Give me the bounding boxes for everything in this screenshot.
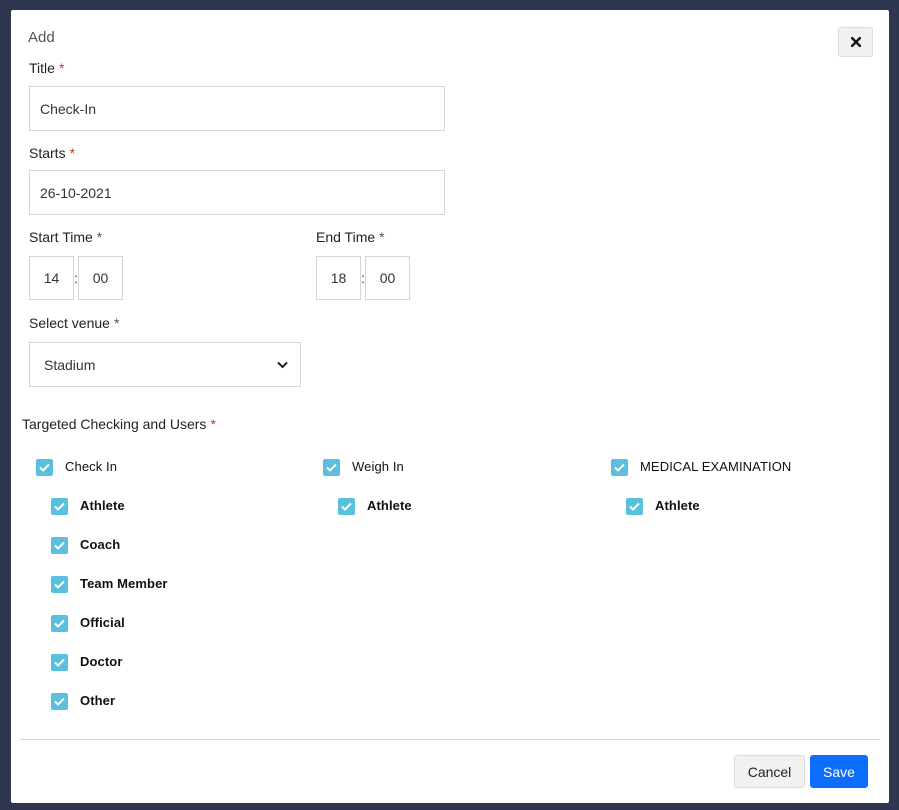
checkbox-check-in-official[interactable]: Official bbox=[51, 612, 125, 632]
checkbox-check-in-athlete[interactable]: Athlete bbox=[51, 495, 125, 515]
checkbox-label: Check In bbox=[65, 458, 118, 474]
checkbox-weigh-in[interactable]: Weigh In bbox=[323, 456, 404, 476]
checkbox-checked-icon bbox=[51, 576, 68, 593]
required-mark: * bbox=[210, 416, 216, 432]
checkbox-label: Athlete bbox=[367, 497, 412, 513]
checkbox-label: Weigh In bbox=[352, 458, 404, 474]
end-time-hour-input[interactable] bbox=[316, 256, 361, 300]
starts-date-input[interactable] bbox=[29, 170, 445, 215]
required-mark: * bbox=[96, 229, 103, 245]
venue-select[interactable]: Stadium bbox=[29, 342, 301, 387]
required-mark: * bbox=[69, 145, 76, 161]
add-modal: Add Title* Starts* Start Time* : End Tim… bbox=[11, 10, 889, 803]
starts-label: Starts * bbox=[29, 145, 76, 161]
required-mark: * bbox=[379, 229, 385, 245]
required-mark: * bbox=[113, 315, 120, 331]
checkbox-check-in-doctor[interactable]: Doctor bbox=[51, 651, 123, 671]
close-icon bbox=[850, 37, 861, 47]
close-button[interactable] bbox=[838, 27, 873, 57]
checkbox-check-in[interactable]: Check In bbox=[36, 456, 117, 476]
save-button[interactable]: Save bbox=[810, 755, 868, 788]
checkbox-checked-icon bbox=[626, 498, 643, 515]
venue-label: Select venue * bbox=[29, 315, 120, 331]
checkbox-checked-icon bbox=[338, 498, 355, 515]
checkbox-checked-icon bbox=[611, 459, 628, 476]
checkbox-medical-examination-athlete[interactable]: Athlete bbox=[626, 495, 700, 515]
checkbox-checked-icon bbox=[51, 693, 68, 710]
checkbox-check-in-other[interactable]: Other bbox=[51, 690, 115, 710]
checkbox-checked-icon bbox=[51, 615, 68, 632]
checkbox-label: Coach bbox=[80, 536, 121, 552]
checkbox-medical-examination[interactable]: MEDICAL EXAMINATION bbox=[611, 456, 791, 476]
end-time-label: End Time * bbox=[316, 229, 385, 245]
checkbox-label: MEDICAL EXAMINATION bbox=[640, 458, 792, 474]
start-time-minute-input[interactable] bbox=[78, 256, 123, 300]
checkbox-checked-icon bbox=[36, 459, 53, 476]
checkbox-checked-icon bbox=[51, 537, 68, 554]
modal-title: Add bbox=[28, 29, 55, 46]
footer-divider bbox=[20, 739, 880, 740]
required-mark: * bbox=[58, 60, 65, 76]
start-time-label: Start Time * bbox=[29, 229, 103, 245]
end-time-minute-input[interactable] bbox=[365, 256, 410, 300]
checkbox-label: Team Member bbox=[80, 575, 168, 591]
start-time-hour-input[interactable] bbox=[29, 256, 74, 300]
targeted-label: Targeted Checking and Users * bbox=[22, 416, 216, 432]
checkbox-check-in-team-member[interactable]: Team Member bbox=[51, 573, 168, 593]
venue-selected-value: Stadium bbox=[44, 356, 96, 373]
checkbox-label: Athlete bbox=[80, 497, 125, 513]
cancel-button[interactable]: Cancel bbox=[734, 755, 805, 788]
checkbox-label: Other bbox=[80, 692, 116, 708]
checkbox-checked-icon bbox=[323, 459, 340, 476]
checkbox-check-in-coach[interactable]: Coach bbox=[51, 534, 120, 554]
title-label: Title * bbox=[29, 60, 65, 76]
chevron-down-icon bbox=[277, 361, 288, 368]
checkbox-label: Athlete bbox=[655, 497, 700, 513]
title-input[interactable] bbox=[29, 86, 445, 131]
checkbox-label: Official bbox=[80, 614, 125, 630]
checkbox-checked-icon bbox=[51, 654, 68, 671]
checkbox-weigh-in-athlete[interactable]: Athlete bbox=[338, 495, 412, 515]
checkbox-checked-icon bbox=[51, 498, 68, 515]
checkbox-label: Doctor bbox=[80, 653, 123, 669]
